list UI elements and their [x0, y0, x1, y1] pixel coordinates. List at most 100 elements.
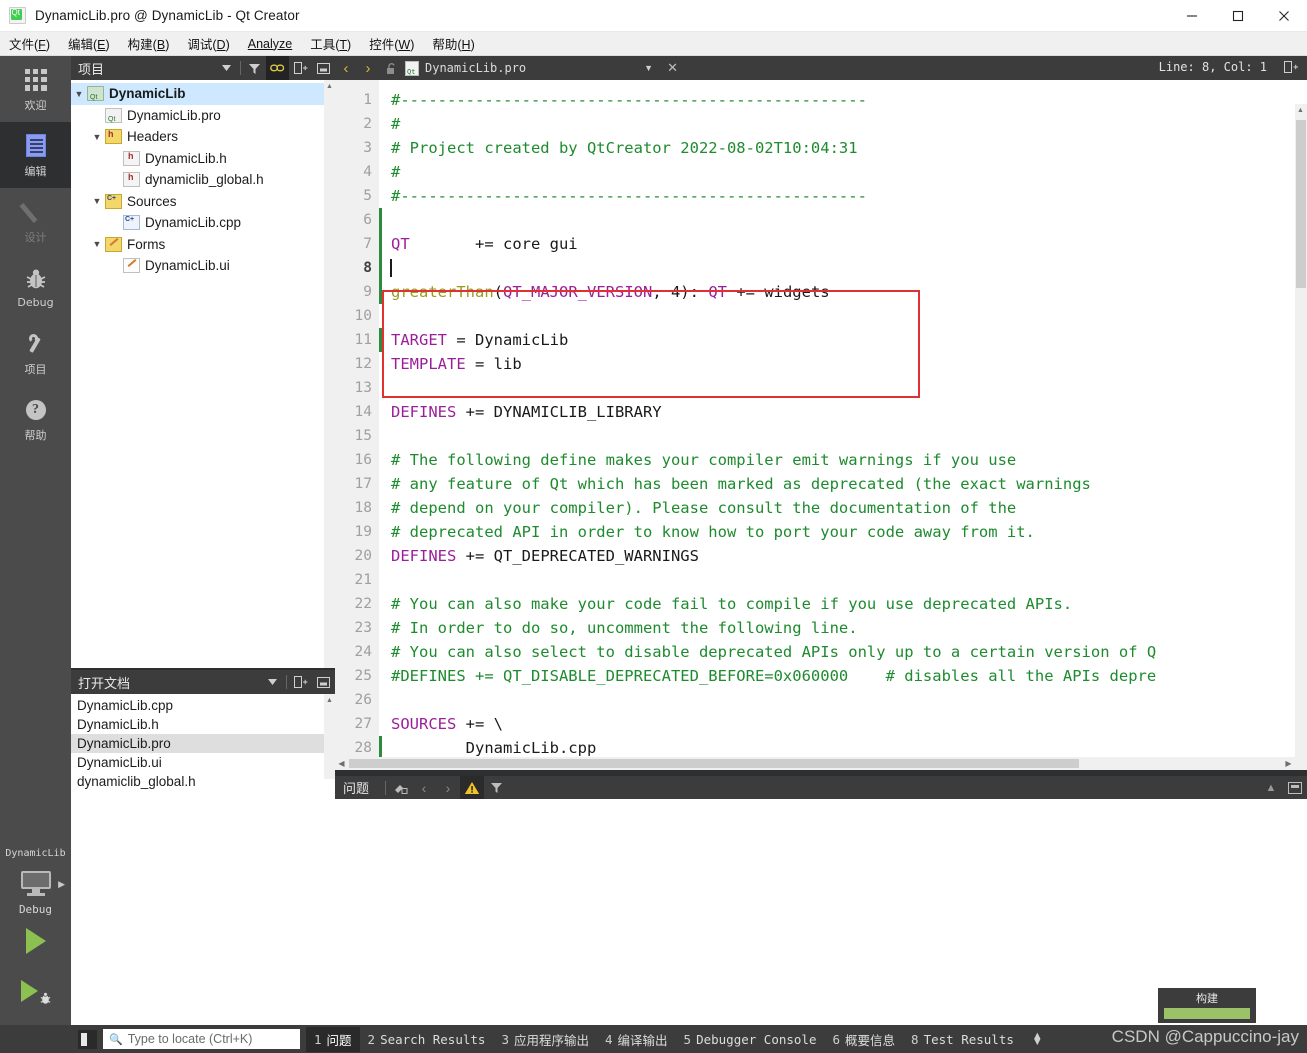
tree-item-dynamiclib-cpp[interactable]: DynamicLib.cpp	[71, 212, 335, 234]
menu-w[interactable]: 控件(W)	[360, 32, 423, 55]
code-line[interactable]: 2 #	[335, 112, 1307, 136]
kit-selector-button[interactable]: ▶	[0, 859, 71, 907]
code-line[interactable]: 19 # deprecated API in order to know how …	[335, 520, 1307, 544]
scroll-up-icon[interactable]: ▲	[324, 80, 335, 92]
search-input[interactable]: 🔍 Type to locate (Ctrl+K)	[103, 1029, 300, 1049]
chevron-down-icon[interactable]: ▼	[71, 89, 87, 99]
code-line[interactable]: 17 # any feature of Qt which has been mar…	[335, 472, 1307, 496]
chevron-down-icon[interactable]	[215, 56, 238, 80]
code-line[interactable]: 12 TEMPLATE = lib	[335, 352, 1307, 376]
tree-item-dynamiclib-pro[interactable]: DynamicLib.pro	[71, 105, 335, 127]
code-line[interactable]: 10	[335, 304, 1307, 328]
mode-帮助[interactable]: ? 帮助	[0, 386, 71, 452]
warning-icon[interactable]	[460, 776, 485, 799]
close-icon[interactable]	[1261, 0, 1307, 32]
next-issue-icon[interactable]: ›	[436, 776, 460, 799]
scroll-up-icon[interactable]: ▲	[1295, 104, 1306, 116]
output-tab-2[interactable]: 2 Search Results	[360, 1029, 494, 1050]
output-tab-5[interactable]: 5 Debugger Console	[676, 1029, 825, 1050]
unlocked-icon[interactable]	[379, 56, 403, 80]
code-line[interactable]: 16 # The following define makes your comp…	[335, 448, 1307, 472]
code-line[interactable]: 18 # depend on your compiler). Please con…	[335, 496, 1307, 520]
chevron-down-icon[interactable]	[261, 670, 284, 694]
code-line[interactable]: 7 QT += core gui	[335, 232, 1307, 256]
tree-item-dynamiclib-global-h[interactable]: dynamiclib_global.h	[71, 169, 335, 191]
code-line[interactable]: 5 #--------------------------------------…	[335, 184, 1307, 208]
chevron-down-icon[interactable]: ▼	[89, 196, 105, 206]
code-line[interactable]: 23 # In order to do so, uncomment the fol…	[335, 616, 1307, 640]
scroll-up-icon[interactable]: ▲	[324, 694, 335, 706]
minimize-panel-icon[interactable]	[312, 56, 335, 80]
menu-analyze[interactable]: Analyze	[239, 35, 301, 53]
tree-item-headers[interactable]: ▼ Headers	[71, 126, 335, 148]
menu-f[interactable]: 文件(F)	[0, 32, 59, 55]
menu-t[interactable]: 工具(T)	[301, 32, 360, 55]
minimize-icon[interactable]	[1169, 0, 1215, 32]
mode-debug[interactable]: Debug	[0, 254, 71, 320]
output-pane-selector-icon[interactable]: ▲ ▼	[1032, 1031, 1043, 1048]
code-line[interactable]: 9 greaterThan(QT_MAJOR_VERSION, 4): QT +=…	[335, 280, 1307, 304]
output-tab-8[interactable]: 8 Test Results	[903, 1029, 1022, 1050]
document-item-dynamiclib-ui[interactable]: DynamicLib.ui	[71, 753, 335, 772]
output-tab-6[interactable]: 6 概要信息	[824, 1027, 903, 1052]
code-line[interactable]: 26	[335, 688, 1307, 712]
output-tab-4[interactable]: 4 编译输出	[597, 1027, 676, 1052]
back-arrow-icon[interactable]: ‹	[335, 56, 357, 80]
editor-horizontal-scrollbar[interactable]: ◀ ▶	[335, 757, 1307, 770]
chevron-down-icon[interactable]: ▼	[89, 132, 105, 142]
code-line[interactable]: 14 DEFINES += DYNAMICLIB_LIBRARY	[335, 400, 1307, 424]
tree-item-dynamiclib-ui[interactable]: DynamicLib.ui	[71, 255, 335, 277]
sidebar-toggle-icon[interactable]	[78, 1029, 97, 1049]
code-line[interactable]: 25 #DEFINES += QT_DISABLE_DEPRECATED_BEFO…	[335, 664, 1307, 688]
code-line[interactable]: 13	[335, 376, 1307, 400]
chevron-down-icon[interactable]: ▼	[644, 63, 653, 73]
tree-item-dynamiclib[interactable]: ▼ DynamicLib	[71, 83, 335, 105]
menu-b[interactable]: 构建(B)	[119, 32, 179, 55]
editor-vertical-scrollbar[interactable]: ▲ ▼	[1295, 104, 1307, 770]
clear-icon[interactable]	[388, 776, 412, 799]
editor-file-tab[interactable]: DynamicLib.pro	[405, 60, 526, 76]
code-line[interactable]: 22 # You can also make your code fail to …	[335, 592, 1307, 616]
tree-item-dynamiclib-h[interactable]: DynamicLib.h	[71, 148, 335, 170]
output-tab-1[interactable]: 1 问题	[306, 1026, 360, 1052]
menu-d[interactable]: 调试(D)	[178, 32, 238, 55]
close-icon[interactable]: ✕	[667, 60, 678, 76]
code-area[interactable]: 1 #--------------------------------------…	[335, 80, 1307, 770]
code-line[interactable]: 21	[335, 568, 1307, 592]
project-scrollbar[interactable]: ▲	[324, 80, 335, 668]
maximize-panel-icon[interactable]	[1283, 776, 1307, 799]
code-line[interactable]: 8	[335, 256, 1307, 280]
menu-h[interactable]: 帮助(H)	[423, 32, 483, 55]
document-item-dynamiclib-h[interactable]: DynamicLib.h	[71, 715, 335, 734]
run-button[interactable]	[0, 916, 71, 966]
code-line[interactable]: 6	[335, 208, 1307, 232]
collapse-icon[interactable]: ▲	[1259, 776, 1283, 799]
open-documents-scrollbar[interactable]: ▲	[324, 694, 335, 779]
output-tab-3[interactable]: 3 应用程序输出	[493, 1027, 597, 1052]
debug-button[interactable]	[0, 966, 71, 1016]
tree-item-forms[interactable]: ▼ Forms	[71, 234, 335, 256]
menu-e[interactable]: 编辑(E)	[59, 32, 119, 55]
scrollbar-thumb[interactable]	[349, 759, 1079, 768]
prev-issue-icon[interactable]: ‹	[412, 776, 436, 799]
chevron-down-icon[interactable]: ▼	[89, 239, 105, 249]
code-line[interactable]: 27 SOURCES += \	[335, 712, 1307, 736]
mode-设计[interactable]: 设计	[0, 188, 71, 254]
document-item-dynamiclib-global-h[interactable]: dynamiclib_global.h	[71, 772, 335, 791]
scrollbar-thumb[interactable]	[1296, 120, 1306, 288]
filter-icon[interactable]	[243, 56, 266, 80]
document-item-dynamiclib-cpp[interactable]: DynamicLib.cpp	[71, 696, 335, 715]
mode-项目[interactable]: 项目	[0, 320, 71, 386]
code-line[interactable]: 20 DEFINES += QT_DEPRECATED_WARNINGS	[335, 544, 1307, 568]
code-line[interactable]: 11 TARGET = DynamicLib	[335, 328, 1307, 352]
code-line[interactable]: 4 #	[335, 160, 1307, 184]
minimize-panel-icon[interactable]	[312, 670, 335, 694]
mode-欢迎[interactable]: 欢迎	[0, 56, 71, 122]
maximize-icon[interactable]	[1215, 0, 1261, 32]
forward-arrow-icon[interactable]: ›	[357, 56, 379, 80]
split-icon[interactable]	[289, 56, 312, 80]
split-editor-icon[interactable]	[1284, 60, 1299, 78]
mode-编辑[interactable]: 编辑	[0, 122, 71, 188]
link-icon[interactable]	[266, 56, 289, 80]
document-item-dynamiclib-pro[interactable]: DynamicLib.pro	[71, 734, 335, 753]
